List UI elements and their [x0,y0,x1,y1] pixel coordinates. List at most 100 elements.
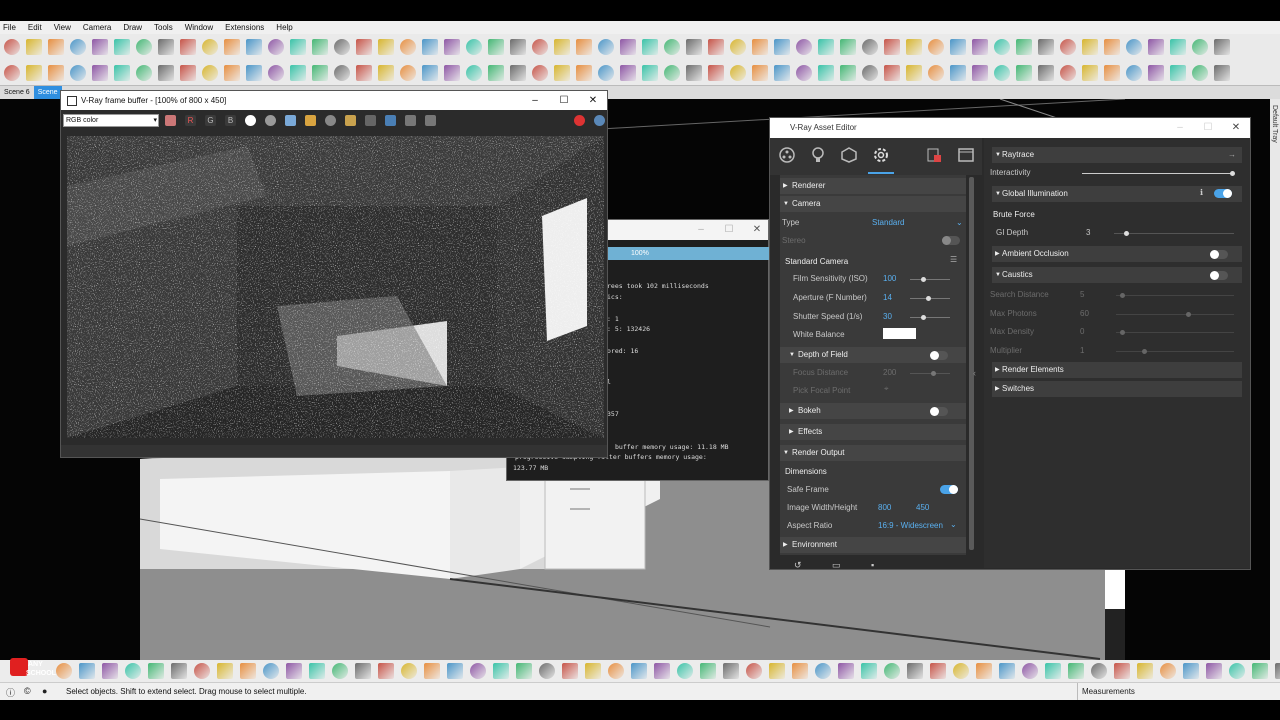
bottom-tool-icon[interactable] [999,663,1015,679]
top-tool-icon[interactable] [1038,64,1054,81]
track-mouse-icon[interactable] [345,114,356,126]
log-maximize-icon[interactable]: ☐ [715,220,743,239]
top-tool-icon[interactable] [400,39,416,55]
bottom-tool-icon[interactable] [516,663,532,679]
bottom-tool-icon[interactable] [746,663,762,679]
region-icon[interactable] [325,114,336,126]
clear-image-icon[interactable] [405,114,416,126]
top-tool-icon[interactable] [70,64,86,81]
top-tool-icon[interactable] [180,64,196,81]
dof-toggle[interactable] [930,351,948,360]
top-tool-icon[interactable] [1016,39,1032,55]
top-tool-icon[interactable] [356,64,372,81]
log-minimize-icon[interactable]: – [687,220,715,239]
bottom-tool-icon[interactable] [562,663,578,679]
top-tool-icon[interactable] [884,64,900,81]
bottom-tool-icon[interactable] [286,663,302,679]
bottom-tool-icon[interactable] [470,663,486,679]
top-tool-icon[interactable] [928,39,944,55]
max-photons-slider[interactable] [1116,312,1234,317]
bottom-tool-icon[interactable] [309,663,325,679]
top-tool-icon[interactable] [620,39,636,55]
top-tool-icon[interactable] [158,39,174,55]
top-tool-icon[interactable] [1082,64,1098,81]
top-tool-icon[interactable] [532,64,548,81]
compare-icon[interactable] [425,114,436,126]
channel-r-button[interactable]: R [185,114,196,126]
bottom-tool-icon[interactable] [1252,663,1268,679]
bottom-tool-icon[interactable] [171,663,187,679]
top-tool-icon[interactable] [686,64,702,81]
top-tool-icon[interactable] [422,64,438,81]
top-tool-icon[interactable] [334,64,350,81]
section-global-illumination[interactable]: ▼ Global Illumination [992,186,1242,202]
bottom-tool-icon[interactable] [1206,663,1222,679]
top-tool-icon[interactable] [378,64,394,81]
ae-close-icon[interactable]: ✕ [1222,118,1250,137]
top-tool-icon[interactable] [884,39,900,55]
top-tool-icon[interactable] [1126,39,1142,55]
menu-extensions[interactable]: Extensions [225,23,264,32]
bottom-tool-icon[interactable] [355,663,371,679]
bottom-tool-icon[interactable] [240,663,256,679]
bottom-tool-icon[interactable] [1137,663,1153,679]
top-tool-icon[interactable] [730,64,746,81]
lens-effects-icon[interactable] [365,114,376,126]
bottom-tool-icon[interactable] [217,663,233,679]
top-tool-icon[interactable] [180,39,196,55]
top-tool-icon[interactable] [488,64,504,81]
vfb-maximize-icon[interactable]: ☐ [550,91,578,110]
top-tool-icon[interactable] [202,64,218,81]
top-tool-icon[interactable] [224,39,240,55]
top-tool-icon[interactable] [1038,39,1054,55]
ao-toggle[interactable] [1210,250,1228,259]
top-tool-icon[interactable] [466,39,482,55]
top-tool-icon[interactable] [312,39,328,55]
bottom-tool-icon[interactable] [1045,663,1061,679]
top-tool-icon[interactable] [730,39,746,55]
bottom-tool-icon[interactable] [861,663,877,679]
top-tool-icon[interactable] [48,39,64,55]
top-tool-icon[interactable] [136,64,152,81]
top-tool-icon[interactable] [422,39,438,55]
bottom-tool-icon[interactable] [194,663,210,679]
gi-toggle[interactable] [1214,189,1232,198]
top-tool-icon[interactable] [4,64,20,81]
top-tool-icon[interactable] [598,39,614,55]
bottom-tool-icon[interactable] [539,663,555,679]
top-tool-icon[interactable] [796,39,812,55]
bottom-tool-icon[interactable] [930,663,946,679]
bottom-tool-icon[interactable] [654,663,670,679]
bottom-tool-icon[interactable] [263,663,279,679]
bottom-tool-icon[interactable] [378,663,394,679]
top-tool-icon[interactable] [840,64,856,81]
menu-edit[interactable]: Edit [28,23,42,32]
asset-editor-titlebar[interactable]: V-Ray Asset Editor – ☐ ✕ [770,118,1250,138]
top-tool-icon[interactable] [114,39,130,55]
channel-select[interactable]: RGB color ▾ [63,113,159,127]
scene-tab-6[interactable]: Scene 6 [0,86,34,99]
top-tool-icon[interactable] [488,39,504,55]
max-density-slider[interactable] [1116,330,1234,335]
search-distance-slider[interactable] [1116,293,1234,298]
bottom-tool-icon[interactable] [1114,663,1130,679]
top-tool-icon[interactable] [1148,64,1164,81]
section-render-output[interactable]: ▼ Render Output [780,445,966,461]
top-tool-icon[interactable] [26,64,42,81]
bottom-tool-icon[interactable] [447,663,463,679]
top-tool-icon[interactable] [774,64,790,81]
top-tool-icon[interactable] [136,39,152,55]
info-icon[interactable]: ℹ [1200,188,1203,197]
bottom-tool-icon[interactable] [677,663,693,679]
top-tool-icon[interactable] [26,39,42,55]
chevron-down-icon[interactable]: ⌄ [950,520,957,529]
collapse-panel-icon[interactable]: ‹ [973,368,976,378]
top-tool-icon[interactable] [796,64,812,81]
gi-depth-slider[interactable] [1114,231,1234,236]
top-tool-icon[interactable] [708,39,724,55]
section-caustics[interactable]: ▼ Caustics [992,267,1242,283]
top-tool-icon[interactable] [290,64,306,81]
bottom-tool-icon[interactable] [585,663,601,679]
geometry-icon[interactable] [840,146,858,164]
open-settings-icon[interactable]: ▭ [832,560,841,571]
